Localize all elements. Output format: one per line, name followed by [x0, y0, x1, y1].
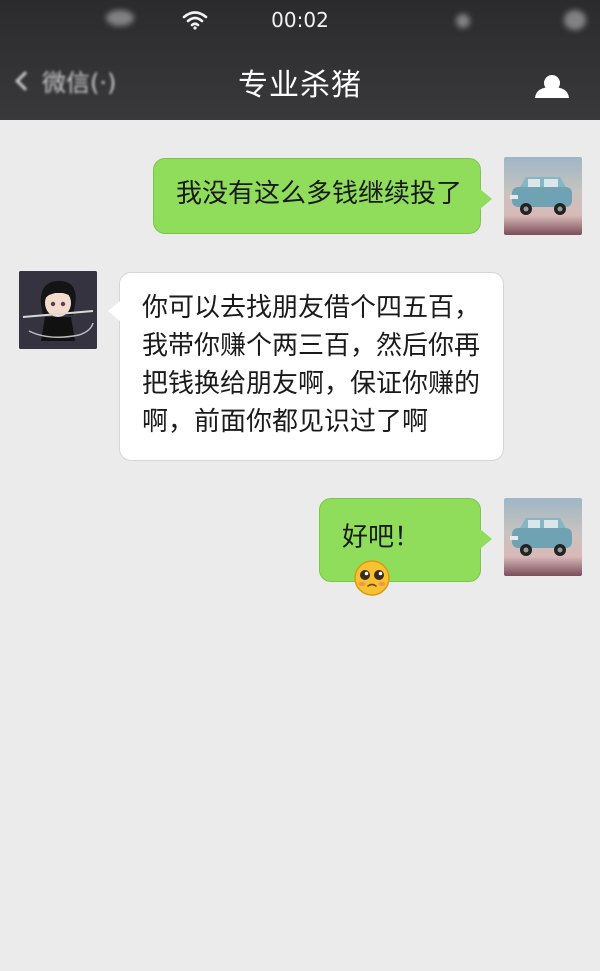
car-icon: [510, 518, 572, 556]
message-bubble-outgoing[interactable]: 我没有这么多钱继续投了: [153, 158, 492, 234]
message-text-line: 我带你赚个两三百，然后你再: [142, 331, 481, 361]
message-bubble-outgoing[interactable]: 好吧！: [319, 498, 492, 596]
message-text-line: 把钱换给朋友啊，保证你赚的: [142, 369, 481, 399]
battery-indicator-blurred: [564, 10, 586, 30]
message-text: 我没有这么多钱继续投了: [176, 179, 463, 209]
message-text-line: 啊，前面你都见识过了啊: [142, 407, 429, 437]
car-icon: [510, 177, 572, 215]
message-bubble-incoming[interactable]: 你可以去找朋友借个四五百， 我带你赚个两三百，然后你再 把钱换给朋友啊，保证你赚…: [108, 272, 504, 461]
my-avatar[interactable]: [504, 498, 582, 576]
status-indicator-blurred: [456, 14, 470, 28]
message-text: 好吧！: [342, 522, 421, 553]
chat-title: 专业杀猪: [238, 68, 362, 103]
chat-area[interactable]: 我没有这么多钱继续投了 你可以去找朋友借个四五百， 我带你赚个两三百，然后你再 …: [0, 120, 600, 971]
chat-info-icon[interactable]: [532, 72, 572, 98]
my-avatar[interactable]: [504, 157, 582, 235]
message-text-line: 你可以去找朋友借个四五百，: [142, 293, 481, 323]
top-bar: 00:02 微信(·) 专业杀猪: [0, 0, 600, 120]
anime-character-icon: [19, 271, 97, 349]
status-time: 00:02: [271, 8, 329, 32]
contact-avatar[interactable]: [19, 271, 97, 349]
pleading-face-icon: [354, 559, 390, 596]
